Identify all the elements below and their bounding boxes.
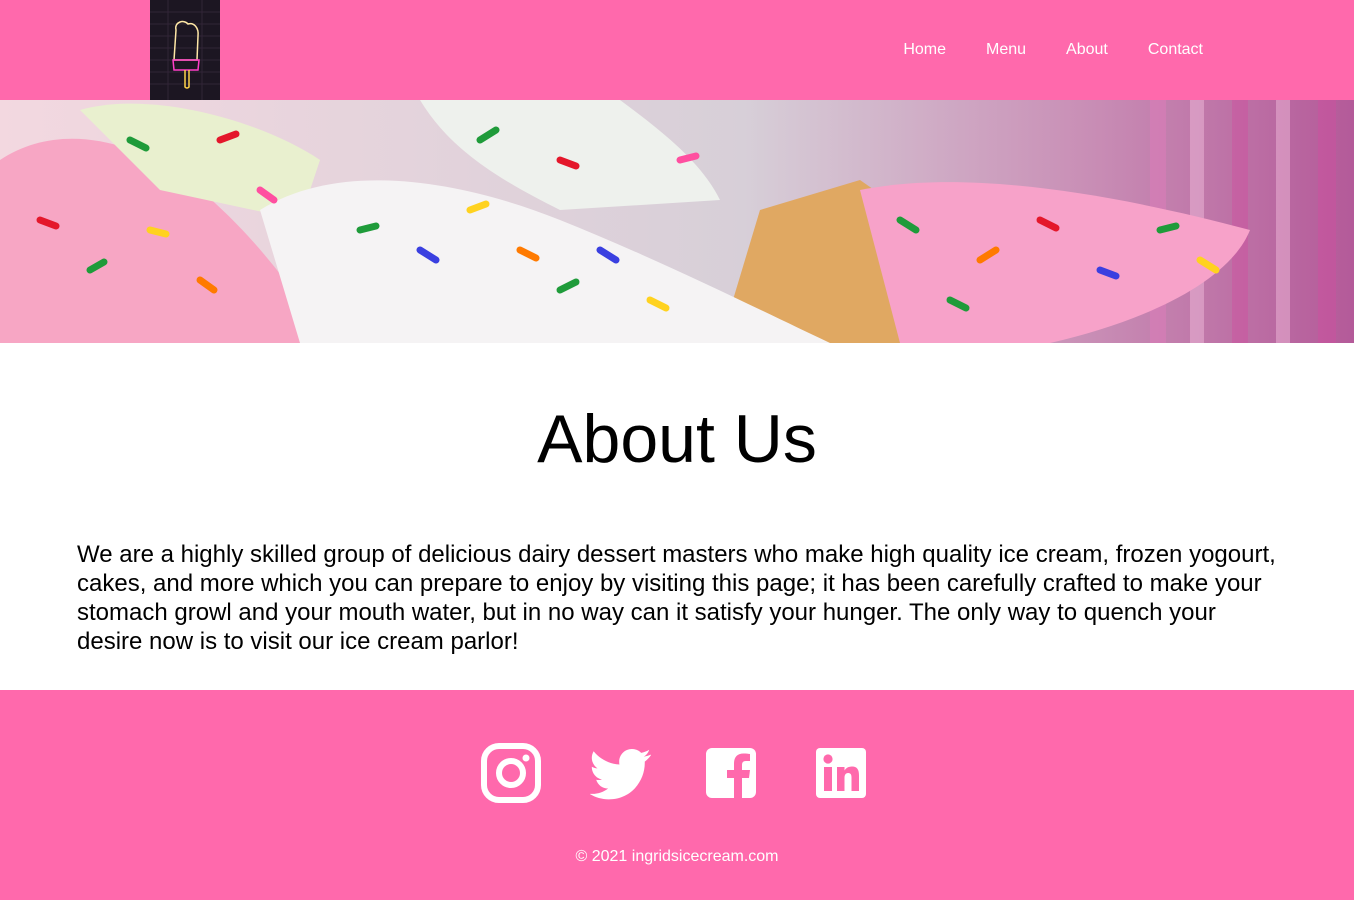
nav-home[interactable]: Home (903, 41, 946, 59)
instagram-link[interactable] (480, 742, 542, 804)
main-nav: Home Menu About Contact (903, 0, 1203, 100)
linkedin-icon (816, 748, 866, 798)
hero-ice-cream-image (0, 100, 1354, 343)
social-links (480, 742, 872, 804)
site-footer: © 2021 ingridsicecream.com (0, 690, 1354, 900)
nav-menu[interactable]: Menu (986, 41, 1026, 59)
about-description: We are a highly skilled group of delicio… (77, 541, 1276, 655)
hero-banner (0, 100, 1354, 343)
copyright-text: © 2021 ingridsicecream.com (575, 848, 779, 865)
linkedin-link[interactable] (810, 742, 872, 804)
nav-contact[interactable]: Contact (1148, 41, 1203, 59)
site-header: Home Menu About Contact (0, 0, 1354, 100)
popsicle-neon-logo-icon (150, 0, 220, 100)
page-title: About Us (537, 401, 817, 477)
nav-about[interactable]: About (1066, 41, 1108, 59)
twitter-link[interactable] (589, 742, 652, 804)
twitter-icon (589, 748, 651, 800)
instagram-icon (481, 743, 541, 803)
facebook-link[interactable] (700, 742, 762, 804)
logo[interactable] (150, 0, 220, 100)
facebook-icon (706, 748, 756, 798)
